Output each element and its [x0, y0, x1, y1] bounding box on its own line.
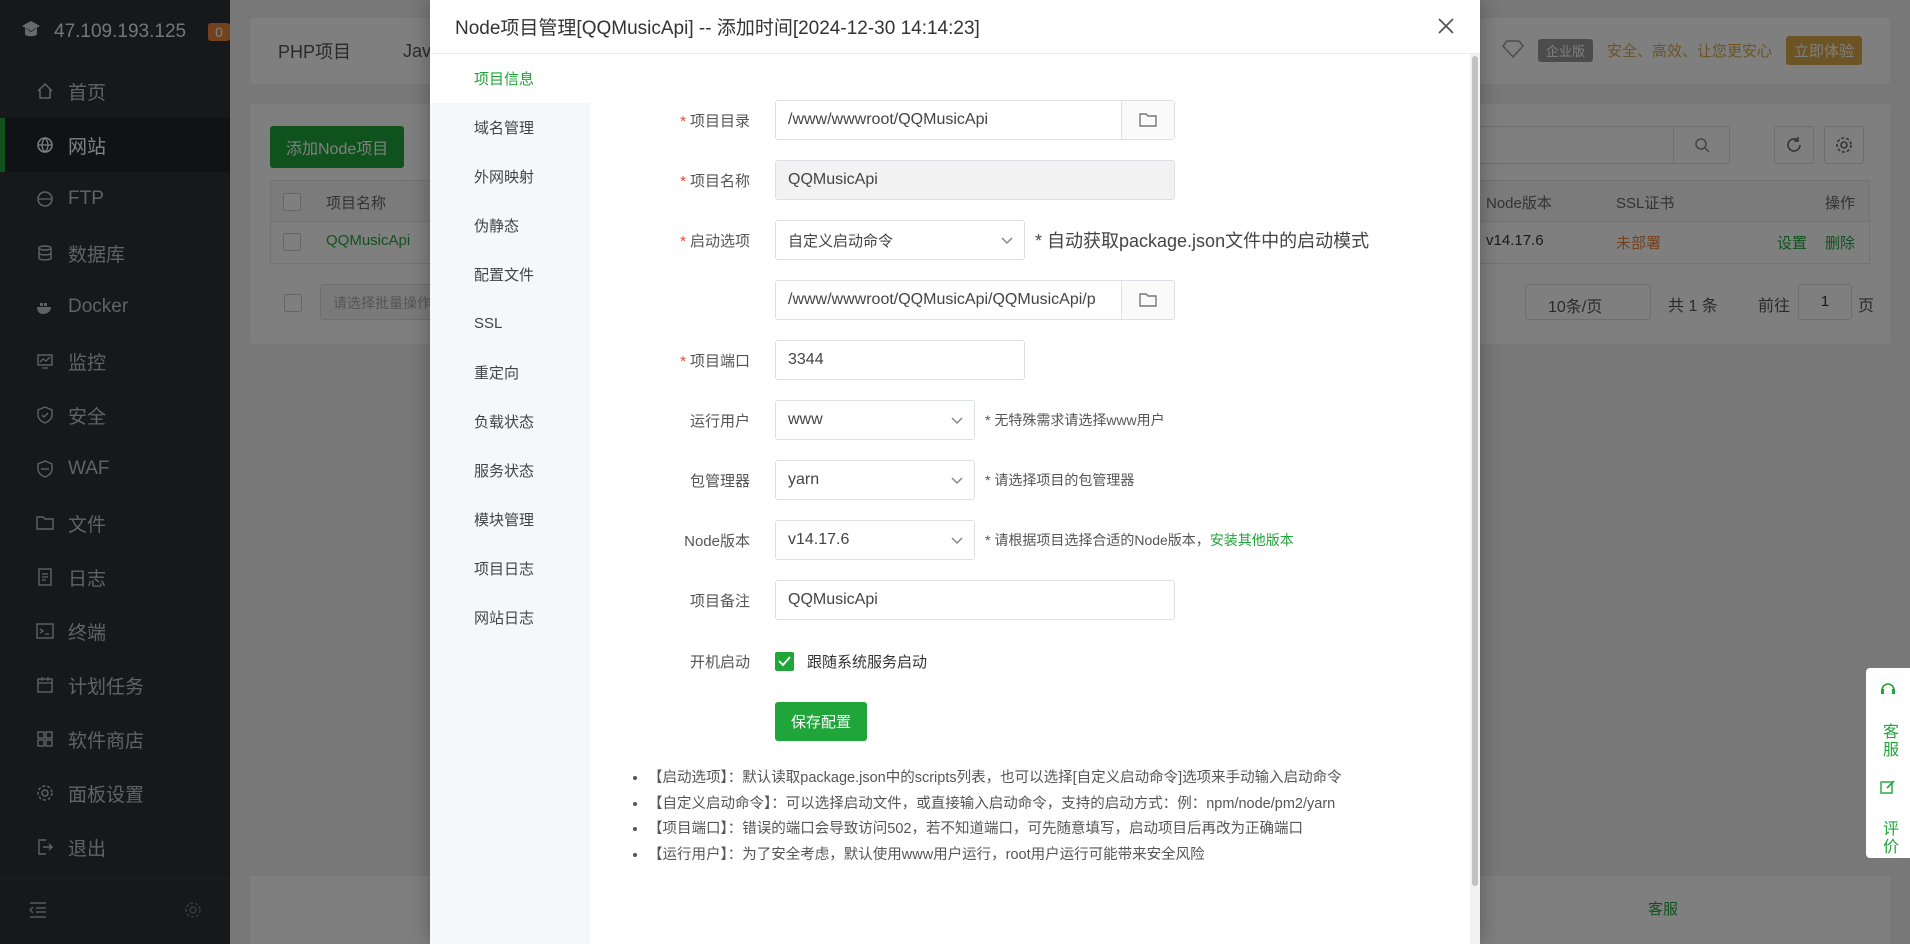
form-row-start-file: /www/wwwroot/QQMusicApi/QQMusicApi/p — [590, 280, 1175, 320]
close-icon[interactable] — [1434, 14, 1458, 38]
node-label: Node版本 — [684, 532, 750, 550]
modal-title: Node项目管理[QQMusicApi] -- 添加时间[2024-12-30 … — [455, 18, 980, 39]
customer-service-icon[interactable] — [1879, 680, 1897, 703]
start-file-browse-button[interactable] — [1121, 281, 1174, 319]
start-file-input[interactable]: /www/wwwroot/QQMusicApi/QQMusicApi/p — [775, 280, 1175, 320]
node-version-select[interactable]: v14.17.6 — [775, 520, 975, 560]
form-row-name: * 项目名称 QQMusicApi — [590, 160, 1175, 200]
user-label: 运行用户 — [689, 412, 750, 430]
note-item: 【启动选项】：默认读取package.json中的scripts列表，也可以选择… — [648, 766, 1428, 792]
modal-nav-item[interactable]: 外网映射 — [430, 152, 590, 201]
modal-nav-item[interactable]: 域名管理 — [430, 103, 590, 152]
dir-label: * 项目目录 — [680, 112, 750, 130]
start-file-value: /www/wwwroot/QQMusicApi/QQMusicApi/p — [788, 291, 1096, 308]
user-hint: * 无特殊需求请选择www用户 — [985, 412, 1165, 428]
modal-scrollbar[interactable] — [1470, 54, 1480, 944]
port-input[interactable]: 3344 — [775, 340, 1025, 380]
form-row-start: * 启动选项 自定义启动命令 * 自动获取package.json文件中的启动模式 — [590, 220, 1369, 260]
modal-nav-item[interactable]: 模块管理 — [430, 495, 590, 544]
start-option-value: 自定义启动命令 — [788, 232, 894, 250]
user-select[interactable]: www — [775, 400, 975, 440]
start-label: * 启动选项 — [680, 232, 750, 250]
modal-nav-item[interactable]: SSL — [430, 299, 590, 348]
start-option-select[interactable]: 自定义启动命令 — [775, 220, 1025, 260]
modal-nav-item[interactable]: 网站日志 — [430, 593, 590, 642]
port-label: * 项目端口 — [680, 352, 750, 370]
note-item: 【运行用户】：为了安全考虑，默认使用www用户运行，root用户运行可能带来安全… — [648, 843, 1428, 869]
pm-label: 包管理器 — [689, 472, 750, 490]
scrollbar-thumb[interactable] — [1472, 56, 1478, 886]
package-manager-select[interactable]: yarn — [775, 460, 975, 500]
dir-value: /www/wwwroot/QQMusicApi — [788, 111, 989, 128]
folder-icon — [1139, 113, 1157, 127]
name-input[interactable]: QQMusicApi — [775, 160, 1175, 200]
rate-label[interactable]: 评价 — [1876, 820, 1900, 856]
form-row-save: 保存配置 — [590, 701, 868, 741]
form-row-boot: 开机启动 跟随系统服务启动 — [590, 641, 927, 681]
chevron-down-icon — [950, 473, 964, 492]
chevron-down-icon — [950, 413, 964, 432]
dir-input[interactable]: /www/wwwroot/QQMusicApi — [775, 100, 1175, 140]
modal-nav-item[interactable]: 项目日志 — [430, 544, 590, 593]
name-label: * 项目名称 — [680, 172, 750, 190]
form-row-user: 运行用户 www * 无特殊需求请选择www用户 — [590, 400, 1165, 440]
customer-service-label[interactable]: 客服 — [1876, 723, 1900, 759]
install-other-version-link[interactable]: 安装其他版本 — [1210, 532, 1294, 548]
user-value: www — [788, 411, 823, 428]
check-icon — [778, 655, 791, 666]
note-item: 【项目端口】：错误的端口会导致访问502，若不知道端口，可先随意填写，启动项目后… — [648, 817, 1428, 843]
remark-label: 项目备注 — [689, 592, 750, 610]
modal-nav-item[interactable]: 配置文件 — [430, 250, 590, 299]
form-row-node: Node版本 v14.17.6 * 请根据项目选择合适的Node版本，安装其他版… — [590, 520, 1294, 560]
float-sidebar: 客服 评价 — [1866, 668, 1910, 858]
pm-hint: * 请选择项目的包管理器 — [985, 472, 1135, 488]
chevron-down-icon — [1000, 233, 1014, 251]
modal-nav-item[interactable]: 项目信息 — [430, 54, 590, 103]
remark-input[interactable]: QQMusicApi — [775, 580, 1175, 620]
folder-icon — [1139, 293, 1157, 307]
form-row-port: * 项目端口 3344 — [590, 340, 1025, 380]
form-row-remark: 项目备注 QQMusicApi — [590, 580, 1175, 620]
modal-nav-item[interactable]: 伪静态 — [430, 201, 590, 250]
dir-browse-button[interactable] — [1121, 101, 1174, 139]
boot-checkbox[interactable] — [775, 651, 794, 671]
edit-icon[interactable] — [1880, 779, 1896, 800]
modal-nav-item[interactable]: 服务状态 — [430, 446, 590, 495]
node-project-modal: Node项目管理[QQMusicApi] -- 添加时间[2024-12-30 … — [430, 0, 1480, 944]
boot-checkbox-label[interactable]: 跟随系统服务启动 — [807, 651, 927, 672]
boot-label: 开机启动 — [689, 653, 750, 671]
modal-nav-item[interactable]: 重定向 — [430, 348, 590, 397]
package-manager-value: yarn — [788, 471, 820, 488]
node-version-value: v14.17.6 — [788, 531, 850, 548]
form-row-pm: 包管理器 yarn * 请选择项目的包管理器 — [590, 460, 1134, 500]
node-hint: * 请根据项目选择合适的Node版本，安装其他版本 — [985, 532, 1294, 548]
form-row-dir: * 项目目录 /www/wwwroot/QQMusicApi — [590, 100, 1175, 140]
chevron-down-icon — [950, 533, 964, 552]
save-config-button[interactable]: 保存配置 — [775, 701, 868, 741]
start-hint: * 自动获取package.json文件中的启动模式 — [1035, 231, 1370, 251]
modal-header: Node项目管理[QQMusicApi] -- 添加时间[2024-12-30 … — [430, 0, 1480, 54]
modal-nav-item[interactable]: 负载状态 — [430, 397, 590, 446]
help-notes: 【启动选项】：默认读取package.json中的scripts列表，也可以选择… — [648, 766, 1428, 868]
modal-nav: 项目信息 域名管理 外网映射 伪静态 配置文件 SSL 重定向 负载状态 服务状态 模块管理 项目日… — [430, 54, 590, 944]
note-item: 【自定义启动命令】：可以选择启动文件，或直接输入启动命令，支持的启动方式：例：n… — [648, 792, 1428, 818]
